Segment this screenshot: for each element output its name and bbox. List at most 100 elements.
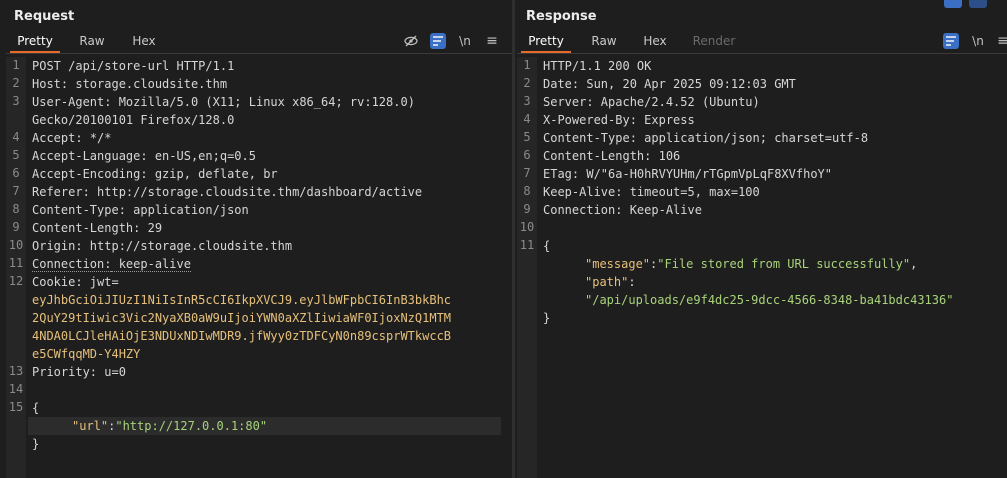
header-line: User-Agent: Mozilla/5.0 (X11; Linux x86_… — [32, 93, 415, 111]
response-tab-raw[interactable]: Raw — [584, 31, 624, 51]
header-value: Sun, 20 Apr 2025 09:12:03 GMT — [579, 77, 796, 91]
response-title: Response — [526, 9, 597, 24]
menu-icon[interactable]: ≡ — [484, 33, 500, 49]
request-pane: Request Pretty Raw Hex \n ≡ 1 2 3 4 5 6 … — [0, 0, 512, 478]
hide-eye-icon[interactable] — [403, 33, 419, 49]
header-value: 106 — [651, 149, 681, 163]
header-value: application/json; charset=utf-8 — [636, 131, 869, 145]
line-number: 4 — [523, 112, 531, 126]
newline-toggle-icon[interactable]: \n — [457, 33, 473, 49]
header-name: Host: — [32, 77, 69, 91]
pretty-format-icon[interactable] — [943, 33, 959, 49]
header-name: Content-Length: — [32, 221, 141, 235]
header-value: keep-alive — [111, 257, 191, 272]
json-path-line: "path": — [585, 273, 636, 291]
header-line: Referer: http://storage.cloudsite.thm/da… — [32, 183, 422, 201]
status-line: HTTP/1.1 200 OK — [543, 59, 652, 73]
header-name: Accept-Language: — [32, 149, 148, 163]
header-line: Origin: http://storage.cloudsite.thm — [32, 237, 292, 255]
line-number: 5 — [12, 148, 20, 162]
header-value: en-US,en;q=0.5 — [147, 149, 256, 163]
json-key: "url" — [72, 419, 109, 433]
request-line-text: POST /api/store-url HTTP/1.1 — [32, 59, 235, 73]
header-line: Content-Length: 106 — [543, 147, 680, 165]
json-open-brace: { — [543, 239, 551, 253]
layout-toggle-icon[interactable] — [944, 0, 962, 8]
line-number: 2 — [12, 76, 20, 90]
json-key: "message" — [585, 257, 651, 271]
line-number: 10 — [8, 238, 24, 252]
header-value: Mozilla/5.0 (X11; Linux x86_64; rv:128.0… — [111, 95, 415, 109]
json-key: "path" — [585, 275, 629, 289]
json-path-value: "/api/uploads/e9f4dc25-9dcc-4566-8348-ba… — [585, 293, 954, 307]
response-tab-pretty[interactable]: Pretty — [521, 31, 571, 53]
line-number: 15 — [8, 400, 24, 414]
line-number: 11 — [519, 238, 535, 252]
response-tab-hex[interactable]: Hex — [635, 31, 675, 51]
header-name: Connection: — [32, 257, 112, 272]
header-value-continued: Gecko/20100101 Firefox/128.0 — [32, 113, 235, 127]
line-number: 5 — [523, 130, 531, 144]
header-name: Content-Type: — [543, 131, 637, 145]
header-line: X-Powered-By: Express — [543, 111, 695, 129]
json-open-brace: { — [32, 401, 40, 415]
header-line: Host: storage.cloudsite.thm — [32, 75, 227, 93]
line-number: 6 — [523, 148, 531, 162]
header-value: u=0 — [97, 365, 126, 379]
header-line: Server: Apache/2.4.52 (Ubuntu) — [543, 93, 760, 111]
header-name: X-Powered-By: — [543, 113, 637, 127]
line-number: 3 — [12, 94, 20, 108]
request-editor[interactable]: 1 2 3 4 5 6 7 8 9 10 11 12 13 14 15 POST… — [6, 57, 512, 478]
jwt-token-line: 2QuY29tIiwic3Vic2NyaXB0aW9uIjoiYWN0aXZlI… — [32, 311, 452, 325]
header-line: Content-Type: application/json; charset=… — [543, 129, 868, 147]
header-line: Content-Length: 29 — [32, 219, 162, 237]
line-number: 3 — [523, 94, 531, 108]
line-number: 9 — [523, 202, 531, 216]
header-name: Keep-Alive: — [543, 185, 623, 199]
header-name: Connection: — [543, 203, 623, 217]
line-number: 7 — [12, 184, 20, 198]
line-number: 7 — [523, 166, 531, 180]
header-value: http://storage.cloudsite.thm/dashboard/a… — [89, 185, 423, 199]
header-value: */* — [82, 131, 112, 145]
newline-toggle-icon[interactable]: \n — [970, 33, 986, 49]
header-value: jwt= — [82, 275, 119, 289]
header-value: storage.cloudsite.thm — [68, 77, 228, 91]
json-message-value: "File stored from URL successfully" — [657, 257, 911, 271]
request-tab-raw[interactable]: Raw — [72, 31, 112, 51]
request-tab-hex[interactable]: Hex — [124, 31, 164, 51]
header-name: Accept-Encoding: — [32, 167, 148, 181]
header-line-wrap: Gecko/20100101 Firefox/128.0 — [32, 111, 234, 129]
line-number: 10 — [519, 220, 535, 234]
header-name: Origin: — [32, 239, 83, 253]
request-tab-pretty[interactable]: Pretty — [10, 31, 60, 53]
header-value: W/"6a-H0hRVYUHm/rTGpmVpLqF8XVfhoY" — [579, 167, 832, 181]
line-number: 8 — [12, 202, 20, 216]
line-number: 1 — [12, 58, 20, 72]
header-line: Date: Sun, 20 Apr 2025 09:12:03 GMT — [543, 75, 796, 93]
header-line: ETag: W/"6a-H0hRVYUHm/rTGpmVpLqF8XVfhoY" — [543, 165, 832, 183]
request-line: POST /api/store-url HTTP/1.1 — [32, 57, 234, 75]
line-number: 11 — [8, 256, 24, 270]
line-number: 1 — [523, 58, 531, 72]
layout-toggle-icon[interactable] — [969, 0, 987, 8]
header-value: Apache/2.4.52 (Ubuntu) — [593, 95, 760, 109]
request-title: Request — [14, 9, 75, 24]
header-line: Accept-Encoding: gzip, deflate, br — [32, 165, 278, 183]
header-line: Cookie: jwt= — [32, 273, 119, 291]
header-name: Priority: — [32, 365, 98, 379]
jwt-token-line: eyJhbGciOiJIUzI1NiIsInR5cCI6IkpXVCJ9.eyJ… — [32, 293, 452, 307]
header-value: http://storage.cloudsite.thm — [82, 239, 293, 253]
json-message-line: "message":"File stored from URL successf… — [585, 255, 917, 273]
line-number: 2 — [523, 76, 531, 90]
menu-icon[interactable]: ≡ — [995, 33, 1007, 49]
header-name: Content-Type: — [32, 203, 126, 217]
header-name: ETag: — [543, 167, 580, 181]
jwt-token-line: 4NDA0LCJleHAiOjE3NDUxNDIwMDR9.jfWyy0zTDF… — [32, 329, 452, 343]
header-value: gzip, deflate, br — [147, 167, 278, 181]
header-value: application/json — [125, 203, 249, 217]
response-editor[interactable]: 1 2 3 4 5 6 7 8 9 10 11 HTTP/1.1 200 OK … — [517, 57, 1007, 478]
header-line: Connection: Keep-Alive — [543, 201, 702, 219]
pretty-format-icon[interactable] — [430, 33, 446, 49]
response-tab-render[interactable]: Render — [687, 31, 741, 51]
